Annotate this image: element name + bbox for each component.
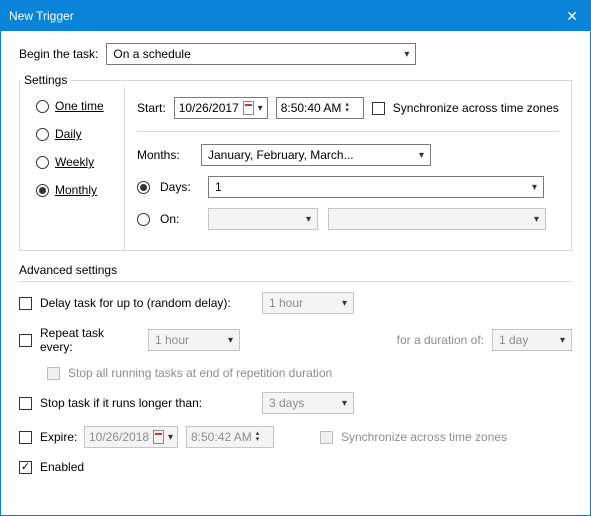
radio-icon bbox=[36, 100, 49, 113]
expire-date-input: 10/26/2018 ▾ bbox=[84, 426, 178, 448]
duration-combo: 1 day▾ bbox=[492, 329, 572, 351]
months-combo[interactable]: January, February, March... ▾ bbox=[201, 144, 431, 166]
chevron-down-icon: ▾ bbox=[560, 335, 565, 346]
days-label: Days: bbox=[160, 180, 198, 194]
schedule-radios: One time Daily Weekly Monthly bbox=[20, 87, 124, 250]
chevron-down-icon: ▾ bbox=[419, 150, 424, 161]
sync-timezones-checkbox[interactable] bbox=[372, 102, 385, 115]
chevron-down-icon: ▾ bbox=[306, 214, 311, 225]
radio-icon bbox=[36, 184, 49, 197]
radio-icon bbox=[36, 128, 49, 141]
begin-task-label: Begin the task: bbox=[19, 47, 98, 61]
duration-label: for a duration of: bbox=[248, 333, 484, 347]
expire-sync-label: Synchronize across time zones bbox=[341, 430, 507, 444]
start-date-input[interactable]: 10/26/2017 ▾ bbox=[174, 97, 268, 119]
calendar-icon bbox=[243, 101, 254, 115]
begin-task-value: On a schedule bbox=[113, 47, 190, 61]
chevron-down-icon: ▾ bbox=[534, 214, 539, 225]
expire-label: Expire: bbox=[40, 430, 76, 444]
stop-all-label: Stop all running tasks at end of repetit… bbox=[68, 366, 332, 380]
on-week-combo: ▾ bbox=[208, 208, 318, 230]
on-day-combo: ▾ bbox=[328, 208, 546, 230]
days-combo[interactable]: 1 ▾ bbox=[208, 176, 544, 198]
chevron-down-icon: ▾ bbox=[532, 182, 537, 193]
advanced-legend: Advanced settings bbox=[19, 263, 572, 277]
stop-all-checkbox bbox=[47, 367, 60, 380]
new-trigger-window: New Trigger ✕ Begin the task: On a sched… bbox=[0, 0, 591, 516]
begin-task-combo[interactable]: On a schedule ▾ bbox=[106, 43, 416, 65]
begin-task-row: Begin the task: On a schedule ▾ bbox=[19, 43, 572, 65]
repeat-label: Repeat task every: bbox=[40, 326, 140, 354]
chevron-down-icon: ▾ bbox=[342, 398, 347, 409]
expire-time-input: 8:50:42 AM ▴▾ bbox=[186, 426, 274, 448]
start-time-input[interactable]: 8:50:40 AM ▴▾ bbox=[276, 97, 364, 119]
days-radio[interactable] bbox=[137, 181, 150, 194]
chevron-down-icon: ▾ bbox=[404, 49, 409, 60]
spin-icon: ▴▾ bbox=[256, 431, 260, 443]
radio-daily[interactable]: Daily bbox=[36, 127, 116, 141]
delay-label: Delay task for up to (random delay): bbox=[40, 296, 254, 310]
stop-if-combo: 3 days▾ bbox=[262, 392, 354, 414]
spin-icon: ▴▾ bbox=[345, 102, 349, 114]
chevron-down-icon: ▾ bbox=[258, 103, 263, 114]
chevron-down-icon: ▾ bbox=[168, 432, 173, 443]
stop-if-label: Stop task if it runs longer than: bbox=[40, 396, 254, 410]
titlebar: New Trigger ✕ bbox=[1, 1, 590, 31]
repeat-checkbox[interactable] bbox=[19, 334, 32, 347]
expire-checkbox[interactable] bbox=[19, 431, 32, 444]
months-label: Months: bbox=[137, 148, 191, 162]
delay-combo: 1 hour▾ bbox=[262, 292, 354, 314]
stop-if-checkbox[interactable] bbox=[19, 397, 32, 410]
expire-sync-checkbox bbox=[320, 431, 333, 444]
sync-timezones-label: Synchronize across time zones bbox=[393, 101, 559, 115]
repeat-combo: 1 hour▾ bbox=[148, 329, 240, 351]
settings-legend: Settings bbox=[20, 73, 71, 87]
close-icon[interactable]: ✕ bbox=[562, 4, 582, 29]
radio-icon bbox=[36, 156, 49, 169]
content-area: Begin the task: On a schedule ▾ Settings… bbox=[1, 31, 590, 515]
radio-monthly[interactable]: Monthly bbox=[36, 183, 116, 197]
chevron-down-icon: ▾ bbox=[342, 298, 347, 309]
window-title: New Trigger bbox=[9, 9, 74, 23]
chevron-down-icon: ▾ bbox=[228, 335, 233, 346]
radio-weekly[interactable]: Weekly bbox=[36, 155, 116, 169]
start-label: Start: bbox=[137, 101, 166, 115]
schedule-box: Start: 10/26/2017 ▾ 8:50:40 AM ▴▾ Synchr… bbox=[124, 87, 571, 250]
radio-one-time[interactable]: One time bbox=[36, 99, 116, 113]
settings-fieldset: Settings One time Daily Weekly Monthly S… bbox=[19, 73, 572, 251]
enabled-label: Enabled bbox=[40, 460, 84, 474]
enabled-checkbox[interactable] bbox=[19, 461, 32, 474]
on-label: On: bbox=[160, 212, 198, 226]
delay-checkbox[interactable] bbox=[19, 297, 32, 310]
calendar-icon bbox=[153, 430, 164, 444]
on-radio[interactable] bbox=[137, 213, 150, 226]
